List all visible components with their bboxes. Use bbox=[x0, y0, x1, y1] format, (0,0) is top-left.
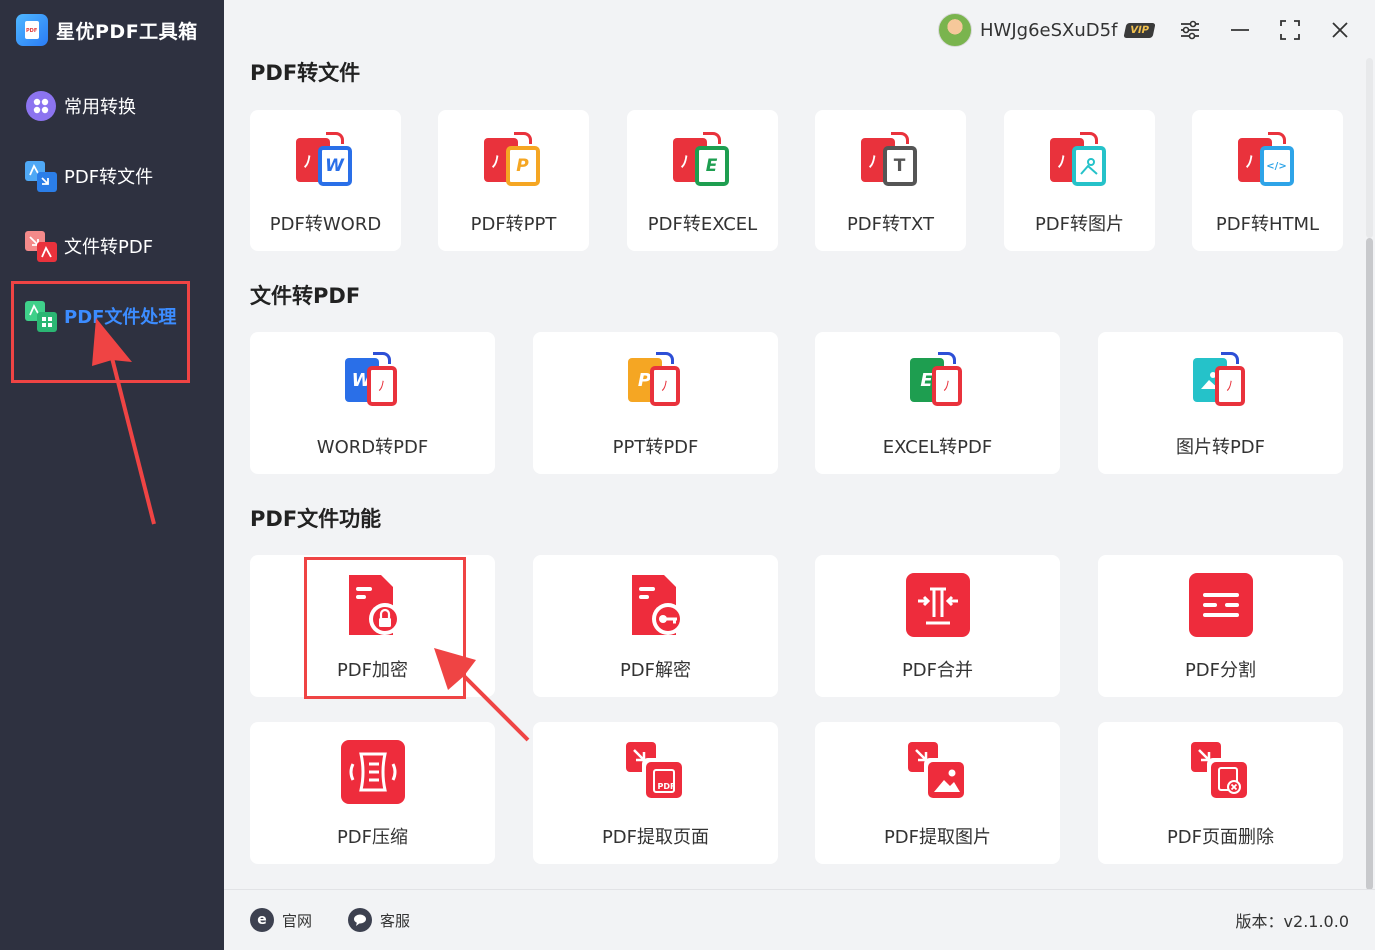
tool-card-pdf-extract-page[interactable]: PDF PDF提取页面 bbox=[533, 722, 778, 864]
tool-card-label: PDF分割 bbox=[1184, 660, 1257, 681]
sidebar: 星优PDF工具箱 常用转换 PDF转文件 文件转PDF PDF文件处理 bbox=[0, 0, 224, 950]
merge-icon bbox=[905, 573, 970, 637]
username: HWJg6eSXuD5f bbox=[980, 19, 1118, 41]
annotation-highlight-box bbox=[304, 557, 466, 699]
annotation-highlight-box bbox=[11, 281, 190, 383]
website-link[interactable]: e 官网 bbox=[250, 905, 312, 935]
app-title: 星优PDF工具箱 bbox=[16, 12, 198, 48]
pdf-to-image-icon: ﾉ bbox=[1049, 132, 1110, 192]
tool-card-pdf-split[interactable]: PDF分割 bbox=[1098, 555, 1343, 697]
tool-card-pdf-compress[interactable]: PDF压缩 bbox=[250, 722, 495, 864]
tool-card-label: PDF转PPT bbox=[470, 214, 557, 235]
tool-card-pdf-to-txt[interactable]: ﾉ T PDF转TXT bbox=[815, 110, 966, 251]
version-label: 版本：v2.1.0.0 bbox=[1235, 912, 1349, 931]
tool-card-label: PDF转EXCEL bbox=[647, 214, 758, 235]
tool-card-label: PDF转图片 bbox=[1034, 214, 1125, 235]
tool-card-pdf-extract-image[interactable]: PDF提取图片 bbox=[815, 722, 1060, 864]
pdf-to-file-icon bbox=[24, 159, 58, 193]
extract-page-icon: PDF bbox=[624, 740, 688, 804]
tool-card-label: 图片转PDF bbox=[1175, 437, 1266, 458]
pdf-to-html-icon: ﾉ </> bbox=[1237, 132, 1298, 192]
tool-card-pdf-to-html[interactable]: ﾉ </> PDF转HTML bbox=[1192, 110, 1343, 251]
tool-card-pdf-decrypt[interactable]: PDF解密 bbox=[533, 555, 778, 697]
section-title-pdf-functions: PDF文件功能 bbox=[250, 507, 382, 531]
scrollbar-track[interactable] bbox=[1366, 58, 1373, 238]
tool-card-pdf-to-image[interactable]: ﾉ PDF转图片 bbox=[1004, 110, 1155, 251]
scrollbar-thumb[interactable] bbox=[1366, 238, 1373, 890]
tool-card-label: PDF转TXT bbox=[846, 214, 935, 235]
tool-card-label: PPT转PDF bbox=[612, 437, 699, 458]
user-info[interactable]: HWJg6eSXuD5f VIP bbox=[938, 12, 1156, 48]
tool-card-label: PDF提取图片 bbox=[883, 827, 992, 848]
sidebar-item-pdf-to-file[interactable]: PDF转文件 bbox=[24, 158, 153, 194]
pdf-to-ppt-icon: ﾉ P bbox=[483, 132, 544, 192]
tool-card-label: PDF压缩 bbox=[336, 827, 409, 848]
key-document-icon bbox=[624, 573, 688, 637]
pdf-to-excel-icon: ﾉ E bbox=[672, 132, 733, 192]
tool-card-label: PDF页面删除 bbox=[1166, 827, 1275, 848]
app-logo-icon bbox=[16, 14, 48, 46]
section-title-pdf-to-file: PDF转文件 bbox=[250, 61, 361, 85]
ppt-to-pdf-icon: P ﾉ bbox=[626, 352, 686, 412]
tool-card-label: PDF提取页面 bbox=[601, 827, 710, 848]
tool-card-pdf-delete-page[interactable]: PDF页面删除 bbox=[1098, 722, 1343, 864]
tool-card-label: PDF转HTML bbox=[1215, 214, 1320, 235]
tool-card-pdf-merge[interactable]: PDF合并 bbox=[815, 555, 1060, 697]
tool-card-label: PDF转WORD bbox=[269, 214, 382, 235]
image-to-pdf-icon: ﾉ bbox=[1191, 352, 1251, 412]
tool-card-pdf-to-excel[interactable]: ﾉ E PDF转EXCEL bbox=[627, 110, 778, 251]
section-title-file-to-pdf: 文件转PDF bbox=[250, 284, 361, 308]
maximize-icon[interactable] bbox=[1274, 14, 1306, 46]
compress-icon bbox=[340, 740, 405, 804]
minimize-icon[interactable] bbox=[1224, 14, 1256, 46]
sidebar-item-common-convert[interactable]: 常用转换 bbox=[24, 88, 136, 124]
file-to-pdf-icon bbox=[24, 229, 58, 263]
sidebar-item-label: 常用转换 bbox=[64, 97, 136, 118]
split-icon bbox=[1188, 573, 1253, 637]
avatar[interactable] bbox=[938, 13, 972, 47]
tool-card-pdf-to-word[interactable]: ﾉ W PDF转WORD bbox=[250, 110, 401, 251]
sidebar-item-file-to-pdf[interactable]: 文件转PDF bbox=[24, 228, 153, 264]
tool-card-excel-to-pdf[interactable]: E ﾉ EXCEL转PDF bbox=[815, 332, 1060, 474]
tool-card-image-to-pdf[interactable]: ﾉ 图片转PDF bbox=[1098, 332, 1343, 474]
pdf-sub-label: PDF bbox=[657, 782, 676, 791]
tool-card-label: WORD转PDF bbox=[316, 437, 429, 458]
browser-icon: e bbox=[250, 908, 274, 932]
tool-card-label: PDF解密 bbox=[619, 660, 692, 681]
sidebar-item-label: PDF转文件 bbox=[64, 167, 154, 188]
tool-card-label: PDF合并 bbox=[901, 660, 974, 681]
close-icon[interactable] bbox=[1324, 14, 1356, 46]
delete-page-icon bbox=[1189, 740, 1253, 804]
grid-icon bbox=[24, 89, 58, 123]
support-label: 客服 bbox=[380, 911, 411, 930]
support-link[interactable]: 客服 bbox=[348, 905, 410, 935]
tool-card-word-to-pdf[interactable]: W ﾉ WORD转PDF bbox=[250, 332, 495, 474]
tool-card-label: EXCEL转PDF bbox=[882, 437, 993, 458]
extract-image-icon bbox=[906, 740, 970, 804]
word-to-pdf-icon: W ﾉ bbox=[343, 352, 403, 412]
pdf-to-word-icon: ﾉ W bbox=[295, 132, 356, 192]
tool-card-ppt-to-pdf[interactable]: P ﾉ PPT转PDF bbox=[533, 332, 778, 474]
settings-sliders-icon[interactable] bbox=[1174, 14, 1206, 46]
excel-to-pdf-icon: E ﾉ bbox=[908, 352, 968, 412]
pdf-to-txt-icon: ﾉ T bbox=[860, 132, 921, 192]
website-label: 官网 bbox=[282, 911, 313, 930]
tool-card-pdf-to-ppt[interactable]: ﾉ P PDF转PPT bbox=[438, 110, 589, 251]
sidebar-item-label: 文件转PDF bbox=[64, 237, 154, 258]
chat-bubble-icon bbox=[348, 908, 372, 932]
app-name: 星优PDF工具箱 bbox=[56, 20, 198, 43]
vip-badge: VIP bbox=[1123, 22, 1156, 38]
